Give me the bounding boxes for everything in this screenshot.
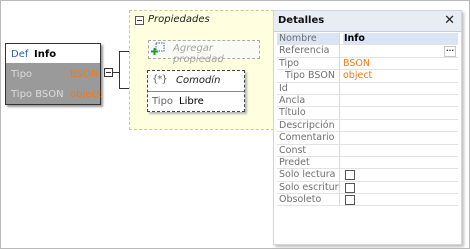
wildcard-type-value: Libre bbox=[179, 96, 204, 107]
wildcard-node[interactable]: {*} Comodín Tipo Libre bbox=[147, 70, 245, 112]
property-value[interactable]: object bbox=[343, 70, 372, 81]
property-row-comentario[interactable]: Comentario bbox=[277, 132, 458, 145]
property-name: Tipo BSON bbox=[277, 70, 340, 82]
solo-lectura-checkbox[interactable] bbox=[345, 170, 355, 181]
tipo-bson-label: Tipo BSON bbox=[11, 89, 64, 100]
property-name: Ancla bbox=[277, 94, 340, 107]
info-node-title: Info bbox=[34, 49, 57, 60]
property-row-solo-escritura[interactable]: Solo escritura bbox=[277, 181, 458, 195]
close-icon[interactable]: ✕ bbox=[444, 13, 455, 28]
details-panel: Detalles ✕ Nombre Info Referencia ... Ti… bbox=[273, 10, 462, 245]
property-name: Referencia bbox=[277, 45, 340, 57]
details-header: Detalles ✕ bbox=[274, 11, 461, 32]
property-name: Id bbox=[277, 82, 340, 94]
property-row-titulo[interactable]: Título bbox=[277, 107, 458, 120]
property-name: Solo escritura bbox=[279, 181, 340, 194]
property-name: Descripción bbox=[277, 119, 340, 132]
wildcard-type-label: Tipo bbox=[152, 96, 174, 107]
tipo-value: BSON bbox=[70, 69, 99, 80]
property-name: Obsoleto bbox=[277, 194, 340, 206]
property-row-id[interactable]: Id bbox=[277, 82, 458, 95]
wildcard-icon: {*} bbox=[152, 74, 168, 85]
details-title: Detalles bbox=[278, 15, 325, 26]
property-name: Comentario bbox=[277, 132, 340, 144]
collapse-properties-toggle[interactable] bbox=[104, 68, 113, 77]
property-row-nombre[interactable]: Nombre Info bbox=[277, 33, 458, 46]
add-property-button[interactable]: Agregar propiedad bbox=[148, 40, 260, 65]
property-name: Predet bbox=[277, 156, 340, 169]
property-row-tipo[interactable]: Tipo BSON bbox=[277, 57, 458, 71]
property-row-referencia[interactable]: Referencia ... bbox=[277, 45, 458, 58]
wildcard-title: Comodín bbox=[176, 75, 221, 86]
property-row-const[interactable]: Const bbox=[277, 144, 458, 157]
wildcard-header: {*} Comodín bbox=[148, 71, 244, 92]
property-row-ancla[interactable]: Ancla bbox=[277, 94, 458, 108]
obsoleto-checkbox[interactable] bbox=[345, 195, 355, 206]
property-name: Nombre bbox=[277, 33, 340, 45]
collapse-icon[interactable] bbox=[135, 16, 144, 25]
info-node-header: Def Info bbox=[6, 44, 100, 63]
property-name: Tipo bbox=[277, 57, 340, 70]
propiedades-group: Propiedades Agregar propiedad {*} Comodí… bbox=[129, 10, 274, 130]
property-name: Título bbox=[277, 107, 340, 119]
tipo-label: Tipo bbox=[11, 69, 33, 80]
add-property-icon bbox=[151, 42, 165, 55]
property-row-solo-lectura[interactable]: Solo lectura bbox=[277, 169, 458, 182]
property-name: Const bbox=[277, 144, 340, 156]
connector-line bbox=[119, 51, 120, 73]
info-node[interactable]: Def Info Tipo BSON Tipo BSON object bbox=[5, 43, 101, 105]
browse-button[interactable]: ... bbox=[444, 46, 456, 58]
property-value[interactable]: Info bbox=[343, 33, 458, 45]
solo-escritura-checkbox[interactable] bbox=[345, 182, 355, 193]
def-badge: Def bbox=[11, 49, 29, 60]
propiedades-title: Propiedades bbox=[148, 14, 210, 25]
property-row-descripcion[interactable]: Descripción bbox=[277, 119, 458, 133]
property-grid: Nombre Info Referencia ... Tipo BSON Tip… bbox=[277, 33, 458, 207]
tipo-bson-value: object bbox=[70, 89, 101, 100]
property-row-obsoleto[interactable]: Obsoleto bbox=[277, 194, 458, 207]
property-name: Solo lectura bbox=[277, 169, 340, 181]
property-value[interactable]: BSON bbox=[343, 58, 370, 69]
property-row-tipo-bson[interactable]: Tipo BSON object bbox=[277, 70, 458, 83]
connector-line bbox=[119, 72, 120, 89]
property-row-predet[interactable]: Predet bbox=[277, 156, 458, 170]
add-property-label: Agregar propiedad bbox=[173, 43, 224, 65]
